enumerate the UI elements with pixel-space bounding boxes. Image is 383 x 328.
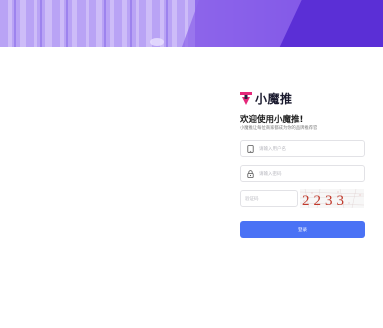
captcha-placeholder: 验证码 [245,196,259,202]
captcha-image[interactable]: 2233 [300,189,364,208]
captcha-field[interactable]: 验证码 [240,190,298,207]
welcome-title: 欢迎使用小魔推! [240,115,304,125]
brand-name: 小魔推 [255,92,293,106]
phone-icon [246,144,255,153]
login-page: 小魔推 欢迎使用小魔推! 小魔推让每位商家都成为你的品牌推荐官 请输入用户名 请… [0,0,383,328]
logo-icon [240,92,252,105]
captcha-code: 2233 [302,193,348,208]
banner-glow [150,38,164,46]
brand-logo: 小魔推 [240,90,293,107]
password-placeholder: 请输入密码 [259,171,282,177]
username-placeholder: 请输入用户名 [259,146,286,152]
password-field[interactable]: 请输入密码 [240,165,365,182]
banner-stripes [0,0,195,47]
welcome-subtitle: 小魔推让每位商家都成为你的品牌推荐官 [240,126,318,131]
lock-icon [246,169,255,178]
header-banner [0,0,383,47]
username-field[interactable]: 请输入用户名 [240,140,365,157]
login-button[interactable]: 登录 [240,221,365,238]
